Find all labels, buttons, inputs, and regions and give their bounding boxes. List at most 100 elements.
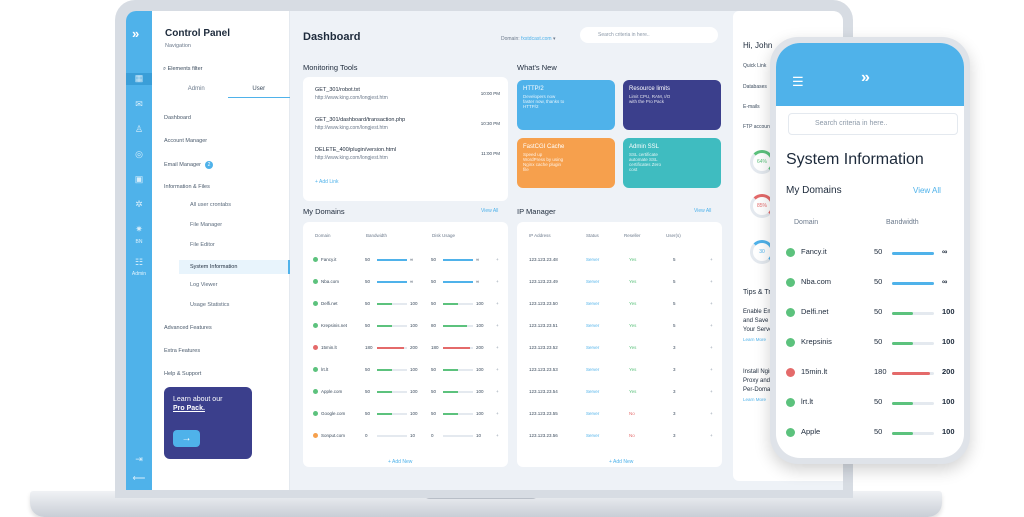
quick-databases[interactable]: Databases: [743, 84, 767, 90]
phone-domain-row[interactable]: Nba.com 50 ∞: [786, 277, 962, 291]
add-row-icon[interactable]: +: [496, 411, 499, 416]
phone-screen: ☰ » Search criteria in here.. System Inf…: [776, 43, 964, 458]
gear-icon[interactable]: ✲: [132, 199, 146, 211]
ip-address: 123.123.23.51: [529, 323, 558, 328]
chat-icon[interactable]: ✉: [132, 99, 146, 111]
add-row-icon[interactable]: +: [710, 323, 713, 328]
domain-name: Nba.com: [321, 279, 340, 284]
tile-admin-ssl[interactable]: Admin SSL SSL certificate automate SSL ce…: [623, 138, 721, 188]
phone-search-input[interactable]: Search criteria in here..: [788, 113, 958, 135]
admin-icon[interactable]: ☷: [132, 257, 146, 269]
tab-user[interactable]: User: [227, 86, 290, 98]
add-row-icon[interactable]: +: [710, 433, 713, 438]
table-row[interactable]: Sonput.com 0 10 0 10 +: [313, 433, 508, 443]
disk-bar: [443, 303, 473, 305]
domain-selector[interactable]: Domain: fxstdcast.com ▾: [501, 36, 556, 42]
tile-http2[interactable]: HTTP/2 Developers now faster now, thanks …: [517, 80, 615, 130]
grid-icon[interactable]: ▦: [126, 73, 152, 85]
ip-view-all[interactable]: View All: [694, 208, 711, 214]
disk-fill: [443, 347, 470, 349]
add-row-icon[interactable]: +: [710, 257, 713, 262]
phone-view-all[interactable]: View All: [913, 186, 941, 195]
table-row[interactable]: Google.com 50 100 50 100 +: [313, 411, 508, 421]
add-row-icon[interactable]: +: [496, 433, 499, 438]
add-row-icon[interactable]: +: [496, 279, 499, 284]
tile-fastcgi[interactable]: FastCGI Cache Speed up WordPress by using…: [517, 138, 615, 188]
brand-logo-icon[interactable]: »: [861, 69, 870, 87]
domains-add-button[interactable]: + Add New: [388, 459, 412, 465]
add-row-icon[interactable]: +: [710, 345, 713, 350]
user-icon[interactable]: ♙: [132, 124, 146, 136]
promo-line-2[interactable]: Pro Pack.: [173, 405, 243, 412]
table-row[interactable]: 123.123.23.49 Server Yes 5 +: [527, 279, 722, 289]
table-row[interactable]: Fancy.it 50 ∞ 50 ∞ +: [313, 257, 508, 267]
monitor-item[interactable]: GET_301/dashboard/transaction.php http://…: [315, 117, 500, 131]
disk-bar: [443, 435, 473, 437]
ip-status: Server: [586, 367, 600, 372]
domain-cell: Apple.com: [313, 389, 342, 395]
tile-body: Developers now faster now, thanks to HTT…: [523, 94, 565, 109]
add-row-icon[interactable]: +: [496, 301, 499, 306]
quick-emails[interactable]: E-mails: [743, 104, 760, 110]
pro-pack-promo[interactable]: Learn about our Pro Pack. →: [164, 387, 252, 459]
add-row-icon[interactable]: +: [710, 301, 713, 306]
table-row[interactable]: Delfi.net 50 100 50 100 +: [313, 301, 508, 311]
add-link-button[interactable]: + Add Link: [315, 179, 339, 185]
table-row[interactable]: 123.123.23.53 Server Yes 3 +: [527, 367, 722, 377]
add-row-icon[interactable]: +: [496, 323, 499, 328]
tile-resource-limits[interactable]: Resource limits Limit CPU, RAM, I/O with …: [623, 80, 721, 130]
table-row[interactable]: 123.123.23.55 Server No 3 +: [527, 411, 722, 421]
globe-icon[interactable]: ◎: [132, 149, 146, 161]
menu-extra-features[interactable]: Extra Features: [164, 348, 286, 354]
phone-domain-row[interactable]: 15min.lt 180 200: [786, 367, 962, 381]
header-search-input[interactable]: Search criteria in here..: [580, 27, 718, 43]
ip-status: Server: [586, 257, 600, 262]
ip-add-button[interactable]: + Add New: [609, 459, 633, 465]
phone-domain-row[interactable]: Apple 50 100: [786, 427, 962, 441]
quick-link[interactable]: Quick Link: [743, 63, 766, 69]
domain-cell: lrt.lt: [313, 367, 328, 373]
tab-admin[interactable]: Admin: [165, 86, 228, 98]
domains-view-all[interactable]: View All: [481, 208, 498, 214]
add-row-icon[interactable]: +: [496, 345, 499, 350]
brand-logo-icon[interactable]: »: [132, 26, 139, 41]
table-row[interactable]: Apple.com 50 100 50 100 +: [313, 389, 508, 399]
table-row[interactable]: 15min.lt 180 200 180 200 +: [313, 345, 508, 355]
table-row[interactable]: 123.123.23.54 Server Yes 3 +: [527, 389, 722, 399]
table-row[interactable]: lrt.lt 50 100 50 100 +: [313, 367, 508, 377]
settings-icon[interactable]: ✷: [132, 224, 146, 236]
monitor-item[interactable]: DELETE_400/plugin/version.html http://www…: [315, 147, 500, 161]
logout-icon[interactable]: ⇥: [132, 454, 146, 466]
menu-information-files[interactable]: Information & Files: [164, 184, 286, 190]
phone-domain-row[interactable]: Fancy.it 50 ∞: [786, 247, 962, 261]
table-row[interactable]: Krepsinis.net 50 100 80 100 +: [313, 323, 508, 333]
add-row-icon[interactable]: +: [710, 367, 713, 372]
phone-domain-row[interactable]: Krepsinis 50 100: [786, 337, 962, 351]
add-row-icon[interactable]: +: [710, 411, 713, 416]
menu-help-support[interactable]: Help & Support: [164, 371, 286, 377]
menu-dashboard[interactable]: Dashboard: [164, 115, 286, 121]
menu-advanced-features[interactable]: Advanced Features: [164, 325, 286, 331]
lock-icon[interactable]: ▣: [132, 174, 146, 186]
menu-account-manager[interactable]: Account Manager: [164, 138, 286, 144]
phone-domain-row[interactable]: lrt.lt 50 100: [786, 397, 962, 411]
back-icon[interactable]: ⟵: [132, 473, 146, 485]
table-row[interactable]: 123.123.23.56 Server No 3 +: [527, 433, 722, 443]
table-row[interactable]: Nba.com 50 ∞ 50 ∞ +: [313, 279, 508, 289]
table-row[interactable]: 123.123.23.51 Server Yes 5 +: [527, 323, 722, 333]
add-row-icon[interactable]: +: [710, 279, 713, 284]
table-row[interactable]: 123.123.23.50 Server Yes 5 +: [527, 301, 722, 311]
add-row-icon[interactable]: +: [496, 389, 499, 394]
phone-domain-row[interactable]: Delfi.net 50 100: [786, 307, 962, 321]
table-row[interactable]: 123.123.23.48 Server Yes 5 +: [527, 257, 722, 267]
arrow-right-icon[interactable]: →: [173, 430, 200, 447]
menu-email-manager[interactable]: Email Manager 2: [164, 161, 286, 169]
menu-icon[interactable]: ☰: [792, 74, 804, 90]
table-row[interactable]: 123.123.23.52 Server Yes 3 +: [527, 345, 722, 355]
add-row-icon[interactable]: +: [710, 389, 713, 394]
add-row-icon[interactable]: +: [496, 257, 499, 262]
elements-filter-input[interactable]: ⌕ Elements filter: [163, 66, 202, 73]
menu-system-information[interactable]: System Information: [179, 260, 290, 274]
add-row-icon[interactable]: +: [496, 367, 499, 372]
monitor-item[interactable]: GET_301/robot.txt http://www.king.com/lon…: [315, 87, 500, 101]
